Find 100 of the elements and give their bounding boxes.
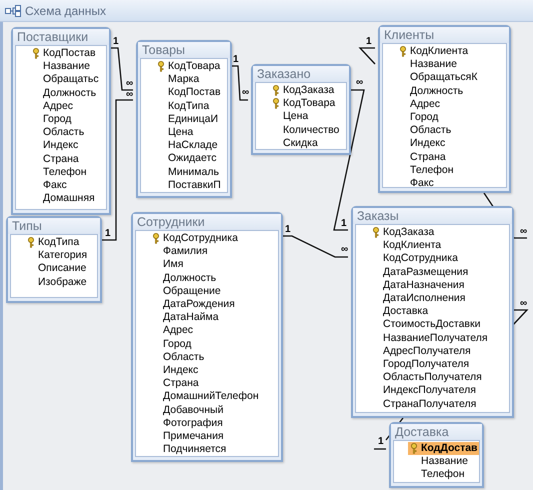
table-title[interactable]: Заказано <box>253 66 349 82</box>
cardinality-label: ∞ <box>341 244 348 255</box>
table-title[interactable]: Сотрудники <box>133 214 281 230</box>
field-item[interactable]: Индекс <box>30 139 80 152</box>
relationship-line[interactable] <box>99 99 133 241</box>
relationship-line[interactable] <box>108 47 133 91</box>
field-item[interactable]: КодЗаказа <box>270 84 336 98</box>
field-item[interactable]: Ожидаетс <box>155 152 218 166</box>
field-item[interactable]: ЕдиницаИ <box>155 112 220 126</box>
field-item[interactable]: Название <box>30 60 92 74</box>
field-item[interactable]: Область <box>150 350 206 364</box>
field-item[interactable]: Страна <box>30 152 81 166</box>
table-title[interactable]: Поставщики <box>13 29 109 45</box>
field-item[interactable]: Добавочный <box>150 404 226 417</box>
field-item[interactable]: Телефон <box>30 166 89 179</box>
field-item[interactable]: Область <box>30 126 86 140</box>
relationship-line[interactable] <box>229 65 248 101</box>
table-card[interactable]: Доставка КодДостав Название Телефон <box>389 422 484 488</box>
field-item[interactable]: Количество <box>270 124 342 137</box>
relationship-line[interactable] <box>512 309 528 326</box>
field-item[interactable]: Категория <box>25 249 90 262</box>
field-item[interactable]: Город <box>397 111 440 124</box>
field-item[interactable]: КодСотрудника <box>370 252 460 266</box>
field-item[interactable]: АдресПолучателя <box>370 344 473 358</box>
field-item[interactable]: КодПостав <box>155 86 223 100</box>
field-item[interactable]: Фамилия <box>150 245 210 258</box>
field-item[interactable]: Название <box>408 455 470 468</box>
field-item[interactable]: КодКлиента <box>370 239 444 252</box>
field-item[interactable]: Цена <box>155 126 196 140</box>
field-item[interactable]: ДатаРазмещения <box>370 266 470 279</box>
field-item[interactable]: Город <box>150 338 194 351</box>
field-item[interactable]: Название <box>397 58 459 72</box>
field-item[interactable]: Марка <box>155 73 202 86</box>
table-card[interactable] <box>351 206 514 418</box>
field-item[interactable]: КодТовара <box>270 97 338 110</box>
field-item[interactable]: Описание <box>25 262 88 276</box>
field-item[interactable]: Адрес <box>397 98 442 111</box>
field-item[interactable]: ДатаРождения <box>150 298 237 312</box>
field-item[interactable]: Должность <box>30 86 98 100</box>
field-item[interactable]: Факс <box>30 178 69 192</box>
field-item[interactable]: КодТипа <box>25 236 82 250</box>
field-item[interactable]: СтоимостьДоставки <box>370 318 482 332</box>
field-item[interactable]: Цена <box>270 110 310 124</box>
field-item[interactable]: КодПостав <box>30 47 98 60</box>
field-item[interactable]: ГородПолучателя <box>370 358 472 371</box>
field-item[interactable]: ДомашнийТелефон <box>150 390 261 404</box>
field-item[interactable]: ПоставкиП <box>155 178 223 192</box>
field-item[interactable]: Должность <box>150 272 218 285</box>
table-title[interactable]: Заказы <box>353 208 512 224</box>
field-item[interactable]: Минималь <box>155 166 221 179</box>
relationship-line[interactable] <box>358 47 376 64</box>
field-item[interactable]: НаСкладе <box>155 139 220 152</box>
table-card[interactable]: Типы КодТипа Категория Описание Изображе <box>6 216 102 303</box>
field-item[interactable]: Должность <box>397 84 466 98</box>
field-item[interactable]: ДатаНайма <box>150 311 221 324</box>
field-item[interactable]: СтранаПолучателя <box>370 398 478 411</box>
field-item[interactable]: КодЗаказа <box>370 226 436 240</box>
field-item[interactable]: Адрес <box>30 100 76 113</box>
table-title[interactable]: Клиенты <box>380 27 509 43</box>
field-item[interactable]: Телефон <box>408 468 467 482</box>
field-item[interactable]: Телефон <box>397 164 456 177</box>
field-item[interactable]: Домашняя <box>30 192 97 206</box>
table-title[interactable]: Товары <box>138 42 230 58</box>
field-item[interactable]: ДатаНазначения <box>370 278 466 292</box>
field-item[interactable]: Город <box>30 113 74 126</box>
field-item[interactable]: КодТипа <box>155 100 212 113</box>
field-item[interactable]: КодДостав <box>408 442 479 456</box>
field-item[interactable]: Фотография <box>150 416 225 430</box>
field-item[interactable]: ДатаИсполнения <box>370 292 468 306</box>
table-card[interactable]: Товары КодТовара Марка КодПостав КодТипа ЕдиницаИ Цена НаСкладе Ожидаетс Минималь ПоставкиП <box>136 40 232 198</box>
field-item[interactable]: Индекс <box>397 137 448 150</box>
field-item[interactable]: Примечания <box>150 430 226 443</box>
field-item[interactable]: КодКлиента <box>397 45 470 58</box>
table-title[interactable]: Типы <box>8 218 100 234</box>
relationship-line[interactable] <box>280 235 348 258</box>
relationship-line[interactable] <box>374 448 386 450</box>
field-item[interactable]: Область <box>397 124 454 138</box>
table-title[interactable]: Доставка <box>391 424 482 440</box>
field-item[interactable]: Страна <box>397 150 448 164</box>
field-item[interactable]: Скидка <box>270 136 320 149</box>
field-item[interactable]: Обращение <box>150 284 223 298</box>
field-item[interactable]: Изображе <box>25 276 89 289</box>
field-item[interactable]: ОбращатьсяК <box>397 71 480 84</box>
field-item[interactable]: Обращатьс <box>30 73 101 86</box>
field-item[interactable]: КодТовара <box>155 60 222 74</box>
field-item[interactable]: Факс <box>397 176 436 187</box>
field-item[interactable]: Подчиняется <box>150 443 228 456</box>
field-item[interactable]: Страна <box>150 377 201 390</box>
field-item[interactable]: КодСотрудника <box>150 232 240 246</box>
table-card[interactable]: Клиенты КодКлиента Название ОбращатьсяК Должность Адрес Город Область Индекс Страна Телефон Факс <box>378 25 511 193</box>
table-card[interactable]: Заказано КодЗаказа КодТовара Цена Количество Скидка <box>251 64 351 155</box>
field-item[interactable]: Индекс <box>150 364 200 377</box>
field-item[interactable]: Адрес <box>150 324 196 338</box>
field-item[interactable]: Имя <box>150 258 186 272</box>
field-item[interactable]: НазваниеПолучателя <box>370 332 490 345</box>
field-item[interactable]: ИндексПолучателя <box>370 384 478 398</box>
table-card[interactable]: Поставщики КодПостав Название Обращатьс Должность Адрес Город Область Индекс Страна Телефон Факс Домашняя <box>11 27 111 215</box>
field-item[interactable]: Доставка <box>370 305 430 318</box>
table-card[interactable]: Сотрудники КодСотрудника Фамилия Имя Должность Обращение ДатаРождения ДатаНайма Адрес Город Область Индекс Страна ДомашнийТелефон Добавочный Фотография Примечания Подчиняется <box>131 212 283 462</box>
field-item[interactable]: ОбластьПолучателя <box>370 371 484 384</box>
